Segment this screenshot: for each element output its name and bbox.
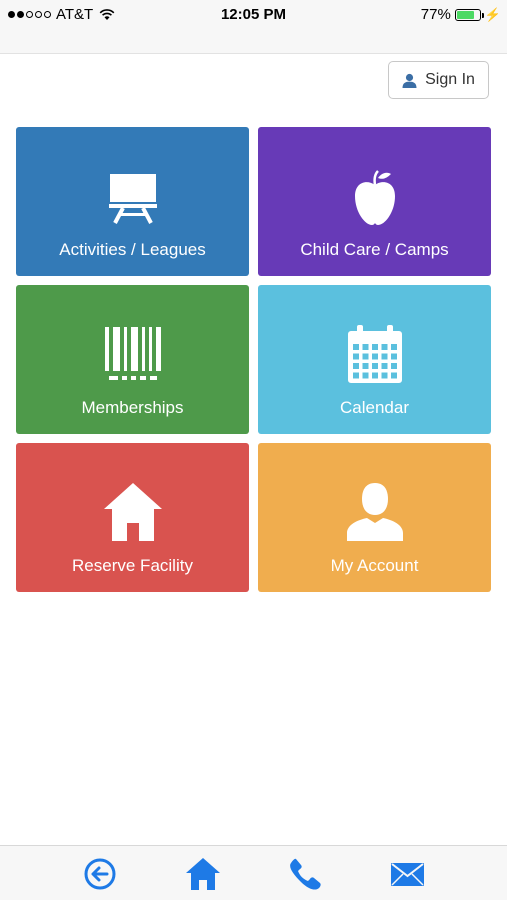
user-icon [402, 73, 417, 88]
apple-icon [354, 170, 395, 225]
back-icon[interactable] [84, 858, 116, 890]
user-icon [346, 483, 403, 541]
tile-child-care-camps[interactable]: Child Care / Camps [258, 127, 491, 276]
tile-label: My Account [330, 556, 419, 575]
mail-icon[interactable] [391, 863, 424, 886]
battery-percent: 77% [420, 6, 451, 23]
tile-label: Calendar [340, 398, 409, 417]
tile-memberships[interactable]: Memberships [16, 285, 249, 434]
barcode-icon [104, 327, 161, 380]
phone-icon[interactable] [289, 858, 321, 890]
status-bar: AT&T 12:05 PM 77% ⚡ [0, 0, 507, 54]
calendar-icon [347, 325, 402, 383]
tile-calendar[interactable]: Calendar [258, 285, 491, 434]
tile-my-account[interactable]: My Account [258, 443, 491, 592]
charging-icon: ⚡ [484, 6, 501, 22]
sign-in-button[interactable]: Sign In [388, 61, 489, 99]
tile-label: Reserve Facility [72, 556, 193, 575]
easel-icon [108, 174, 157, 224]
bottom-toolbar [0, 845, 507, 900]
tile-label: Memberships [81, 398, 184, 417]
tile-activities-leagues[interactable]: Activities / Leagues [16, 127, 249, 276]
battery-icon [454, 8, 484, 21]
tile-label: Child Care / Camps [300, 240, 449, 259]
house-icon [103, 483, 162, 541]
tile-reserve-facility[interactable]: Reserve Facility [16, 443, 249, 592]
battery-status: 77% ⚡ [421, 6, 501, 23]
home-icon[interactable] [186, 858, 220, 890]
sign-in-label: Sign In [425, 71, 475, 88]
tile-label: Activities / Leagues [59, 240, 206, 259]
